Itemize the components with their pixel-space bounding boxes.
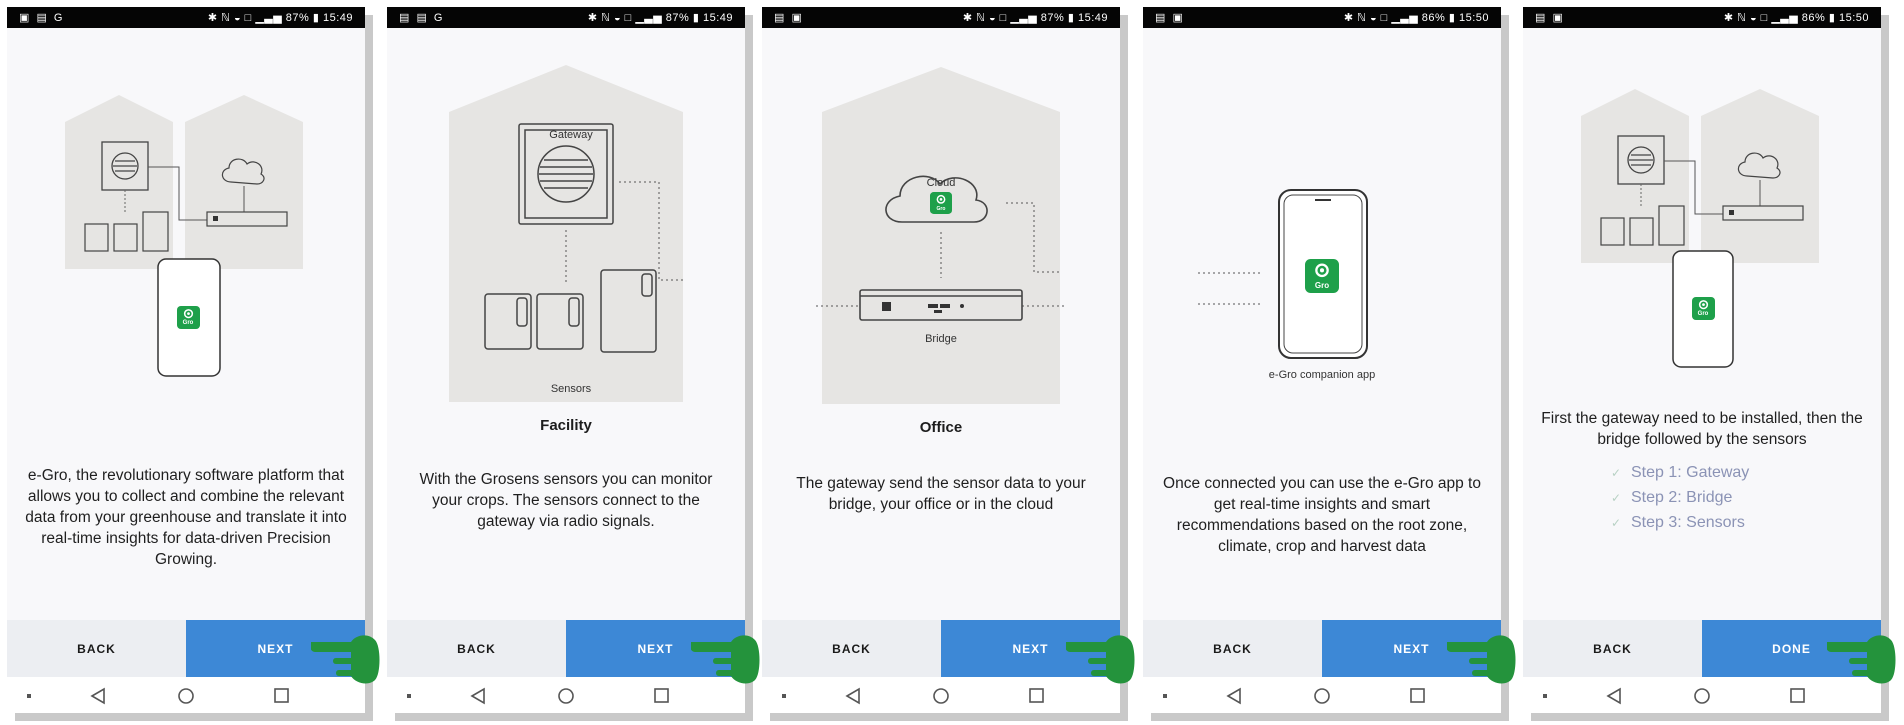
- screen: ▤ ▣ ✱ ℕ ◒ □ ▁▃▅ 86% ▮ 15:50 Gro e-Gro co…: [1143, 7, 1501, 713]
- home-icon: [1694, 688, 1710, 704]
- pointing-hand-icon: [1447, 634, 1517, 686]
- svg-text:Gro: Gro: [183, 320, 194, 326]
- status-indicators: ✱ ℕ ◒ □ ▁▃▅ 87% ▮ 15:49: [962, 12, 1108, 24]
- steps-description: First the gateway need to be installed, …: [1541, 410, 1863, 448]
- step-item: ✓ Step 2: Bridge: [1611, 489, 1851, 514]
- step-item: ✓ Step 1: Gateway: [1611, 464, 1851, 489]
- intro-description: e-Gro, the revolutionary software platfo…: [25, 467, 347, 568]
- check-icon: ✓: [1611, 516, 1622, 530]
- status-notifications: ▤ ▣: [1535, 12, 1565, 24]
- recents-icon: [1410, 688, 1425, 703]
- phone-screen-app: ▤ ▣ ✱ ℕ ◒ □ ▁▃▅ 86% ▮ 15:50 Gro e-Gro co…: [1143, 7, 1501, 721]
- back-nav-icon: [90, 687, 105, 705]
- status-notifications: ▤ ▤ G: [399, 12, 445, 24]
- office-description: The gateway send the sensor data to your…: [796, 475, 1086, 513]
- back-button[interactable]: BACK: [762, 620, 941, 677]
- phone-illustration: Gro: [1278, 189, 1368, 359]
- notification-dot-icon: [1163, 694, 1167, 698]
- app-description: Once connected you can use the e-Gro app…: [1163, 475, 1481, 555]
- cloud-label: Cloud: [927, 177, 956, 189]
- back-button[interactable]: BACK: [7, 620, 186, 677]
- phone-illustration: Gro: [1672, 250, 1734, 368]
- status-bar: ▤ ▣ ✱ ℕ ◒ □ ▁▃▅ 86% ▮ 15:50: [1523, 7, 1881, 28]
- svg-text:Gro: Gro: [1698, 311, 1709, 317]
- recents-icon: [654, 688, 669, 703]
- recents-icon: [274, 688, 289, 703]
- back-button[interactable]: BACK: [1143, 620, 1322, 677]
- back-button[interactable]: BACK: [1523, 620, 1702, 677]
- steps-list: ✓ Step 1: Gateway ✓ Step 2: Bridge ✓ Step 3…: [1611, 464, 1851, 539]
- recents-icon: [1790, 688, 1805, 703]
- status-bar: ▤ ▣ ✱ ℕ ◒ □ ▁▃▅ 87% ▮ 15:49: [762, 7, 1120, 28]
- home-icon: [178, 688, 194, 704]
- back-nav-icon: [845, 687, 860, 705]
- pointing-hand-icon: [311, 634, 381, 686]
- phone-screen-facility: ▤ ▤ G ✱ ℕ ◒ □ ▁▃▅ 87% ▮ 15:49 Gateway Se…: [387, 7, 745, 721]
- pointing-hand-icon: [691, 634, 761, 686]
- home-icon: [558, 688, 574, 704]
- screen: ▤ ▤ G ✱ ℕ ◒ □ ▁▃▅ 87% ▮ 15:49 Gateway Se…: [387, 7, 745, 713]
- step-label: Step 3: Sensors: [1631, 514, 1745, 531]
- status-notifications: ▤ ▣: [774, 12, 804, 24]
- bridge-label: Bridge: [925, 333, 957, 345]
- status-bar: ▤ ▣ ✱ ℕ ◒ □ ▁▃▅ 86% ▮ 15:50: [1143, 7, 1501, 28]
- home-icon: [933, 688, 949, 704]
- phone-screen-steps: ▤ ▣ ✱ ℕ ◒ □ ▁▃▅ 86% ▮ 15:50 Gro First th…: [1523, 7, 1881, 721]
- phone-illustration: Gro: [157, 258, 221, 377]
- phone-screen-office: ▤ ▣ ✱ ℕ ◒ □ ▁▃▅ 87% ▮ 15:49 Gro Cloud Br…: [762, 7, 1120, 721]
- status-indicators: ✱ ℕ ◒ □ ▁▃▅ 86% ▮ 15:50: [1723, 12, 1869, 24]
- pointing-hand-icon: [1827, 634, 1897, 686]
- back-nav-icon: [470, 687, 485, 705]
- facility-illustration: Gateway Sensors: [449, 65, 685, 402]
- status-notifications: ▣ ▤ G: [19, 12, 65, 24]
- app-illustration: Gro e-Gro companion app: [1198, 189, 1375, 381]
- facility-description: With the Grosens sensors you can monitor…: [419, 471, 713, 530]
- status-indicators: ✱ ℕ ◒ □ ▁▃▅ 86% ▮ 15:50: [1343, 12, 1489, 24]
- step-item: ✓ Step 3: Sensors: [1611, 514, 1851, 539]
- check-icon: ✓: [1611, 466, 1622, 480]
- notification-dot-icon: [407, 694, 411, 698]
- notification-dot-icon: [27, 694, 31, 698]
- platform-illustration: Gro: [1581, 89, 1819, 368]
- status-bar: ▤ ▤ G ✱ ℕ ◒ □ ▁▃▅ 87% ▮ 15:49: [387, 7, 745, 28]
- gateway-label: Gateway: [549, 129, 593, 141]
- notification-dot-icon: [1543, 694, 1547, 698]
- status-bar: ▣ ▤ G ✱ ℕ ◒ □ ▁▃▅ 87% ▮ 15:49: [7, 7, 365, 28]
- back-nav-icon: [1606, 687, 1621, 705]
- sensors-label: Sensors: [551, 383, 592, 395]
- phone-screen-intro: ▣ ▤ G ✱ ℕ ◒ □ ▁▃▅ 87% ▮ 15:49 Gro e-Gro,…: [7, 7, 365, 721]
- pointing-hand-icon: [1066, 634, 1136, 686]
- home-icon: [1314, 688, 1330, 704]
- caption: Office: [919, 419, 963, 436]
- platform-illustration: Gro: [65, 95, 303, 377]
- screen: ▤ ▣ ✱ ℕ ◒ □ ▁▃▅ 87% ▮ 15:49 Gro Cloud Br…: [762, 7, 1120, 713]
- app-label: e-Gro companion app: [1269, 369, 1375, 381]
- screen: ▤ ▣ ✱ ℕ ◒ □ ▁▃▅ 86% ▮ 15:50 Gro First th…: [1523, 7, 1881, 713]
- check-icon: ✓: [1611, 491, 1622, 505]
- screen: ▣ ▤ G ✱ ℕ ◒ □ ▁▃▅ 87% ▮ 15:49 Gro e-Gro,…: [7, 7, 365, 713]
- status-notifications: ▤ ▣: [1155, 12, 1185, 24]
- status-indicators: ✱ ℕ ◒ □ ▁▃▅ 87% ▮ 15:49: [207, 12, 353, 24]
- back-button[interactable]: BACK: [387, 620, 566, 677]
- svg-text:Gro: Gro: [937, 206, 946, 212]
- step-label: Step 1: Gateway: [1631, 464, 1750, 481]
- caption: Facility: [540, 417, 592, 434]
- recents-icon: [1029, 688, 1044, 703]
- step-label: Step 2: Bridge: [1631, 489, 1733, 506]
- svg-text:Gro: Gro: [1315, 281, 1329, 290]
- status-indicators: ✱ ℕ ◒ □ ▁▃▅ 87% ▮ 15:49: [587, 12, 733, 24]
- office-illustration: Gro Cloud Bridge: [816, 67, 1064, 404]
- notification-dot-icon: [782, 694, 786, 698]
- back-nav-icon: [1226, 687, 1241, 705]
